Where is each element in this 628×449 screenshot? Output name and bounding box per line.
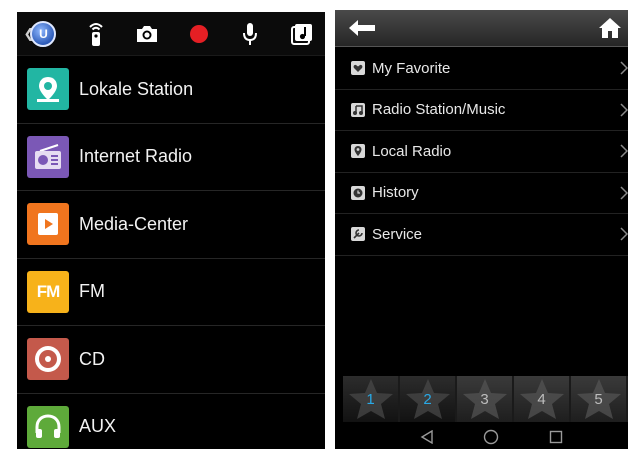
back-triangle-icon[interactable] bbox=[420, 429, 434, 444]
remote-button[interactable] bbox=[81, 19, 111, 49]
preset-button-1[interactable]: 1 bbox=[343, 376, 398, 422]
right-screen: My Favorite Radio Station/Music Local Ra… bbox=[335, 10, 628, 449]
menu-item-local-radio[interactable]: Local Radio bbox=[335, 131, 628, 173]
app-logo-icon: U bbox=[30, 20, 57, 47]
preset-number: 3 bbox=[480, 390, 489, 408]
fm-icon: FM bbox=[27, 270, 69, 313]
chevron-right-icon bbox=[620, 61, 628, 75]
menu-item-history[interactable]: History bbox=[335, 173, 628, 214]
record-icon bbox=[189, 24, 208, 43]
camera-button[interactable] bbox=[132, 19, 162, 49]
preset-bar: 1 2 3 4 5 bbox=[343, 376, 628, 422]
menu-item-radio-station-music[interactable]: Radio Station/Music bbox=[335, 90, 628, 131]
source-list: Lokale Station Internet Radio Media-Cent… bbox=[17, 56, 325, 449]
preset-number: 5 bbox=[594, 390, 603, 408]
preset-button-2[interactable]: 2 bbox=[400, 376, 455, 422]
chevron-right-icon bbox=[620, 144, 628, 158]
preset-button-3[interactable]: 3 bbox=[457, 376, 512, 422]
source-label: Internet Radio bbox=[79, 146, 193, 167]
header-bar bbox=[335, 10, 628, 47]
map-pin-icon bbox=[27, 68, 69, 111]
source-label: AUX bbox=[79, 416, 117, 437]
source-item-internet-radio[interactable]: Internet Radio bbox=[17, 124, 325, 191]
radio-icon bbox=[27, 135, 69, 178]
source-item-aux[interactable]: AUX bbox=[17, 394, 325, 449]
menu-label: History bbox=[372, 184, 419, 202]
menu-item-service[interactable]: Service bbox=[335, 214, 628, 256]
remote-icon bbox=[88, 22, 103, 46]
source-item-media-center[interactable]: Media-Center bbox=[17, 191, 325, 259]
service-icon bbox=[351, 227, 365, 242]
back-button[interactable]: ❮ U bbox=[21, 19, 59, 49]
music-button[interactable] bbox=[287, 19, 317, 49]
left-screen: ❮ U Lokale Station Internet Radio Media-… bbox=[17, 12, 325, 449]
preset-button-4[interactable]: 4 bbox=[514, 376, 569, 422]
camera-icon bbox=[137, 25, 158, 42]
menu-item-my-favorite[interactable]: My Favorite bbox=[335, 48, 628, 90]
microphone-icon bbox=[243, 22, 258, 45]
chevron-right-icon bbox=[620, 103, 628, 117]
preset-number: 4 bbox=[537, 390, 546, 408]
preset-number: 1 bbox=[366, 390, 375, 408]
source-item-cd[interactable]: CD bbox=[17, 326, 325, 394]
play-icon bbox=[27, 203, 69, 246]
music-note-icon bbox=[290, 23, 312, 45]
pin-icon bbox=[351, 144, 365, 159]
heart-box-icon bbox=[351, 61, 365, 76]
disc-icon bbox=[27, 338, 69, 381]
source-label: FM bbox=[79, 281, 105, 302]
recents-square-icon[interactable] bbox=[549, 430, 563, 444]
back-button[interactable] bbox=[349, 13, 379, 43]
top-toolbar: ❮ U bbox=[17, 12, 325, 56]
preset-button-5[interactable]: 5 bbox=[571, 376, 626, 422]
source-label: Lokale Station bbox=[79, 78, 194, 99]
record-button[interactable] bbox=[184, 19, 214, 49]
menu-label: Service bbox=[372, 225, 423, 243]
menu-list: My Favorite Radio Station/Music Local Ra… bbox=[335, 48, 628, 256]
source-label: Media-Center bbox=[79, 213, 189, 234]
menu-label: My Favorite bbox=[372, 59, 451, 77]
home-button[interactable] bbox=[592, 13, 622, 43]
microphone-button[interactable] bbox=[235, 19, 265, 49]
home-icon bbox=[599, 18, 621, 38]
chevron-right-icon bbox=[620, 227, 628, 241]
headphones-icon bbox=[27, 405, 69, 448]
arrow-left-icon bbox=[349, 20, 375, 36]
source-item-lokale-station[interactable]: Lokale Station bbox=[17, 56, 325, 124]
chevron-right-icon bbox=[620, 186, 628, 200]
menu-label: Radio Station/Music bbox=[372, 101, 506, 119]
music-note-icon bbox=[351, 102, 365, 117]
menu-label: Local Radio bbox=[372, 142, 452, 160]
clock-icon bbox=[351, 185, 365, 200]
source-item-fm[interactable]: FM FM bbox=[17, 259, 325, 326]
home-circle-icon[interactable] bbox=[483, 429, 499, 445]
preset-number: 2 bbox=[423, 390, 432, 408]
android-nav-bar bbox=[335, 424, 628, 449]
source-label: CD bbox=[79, 348, 105, 369]
